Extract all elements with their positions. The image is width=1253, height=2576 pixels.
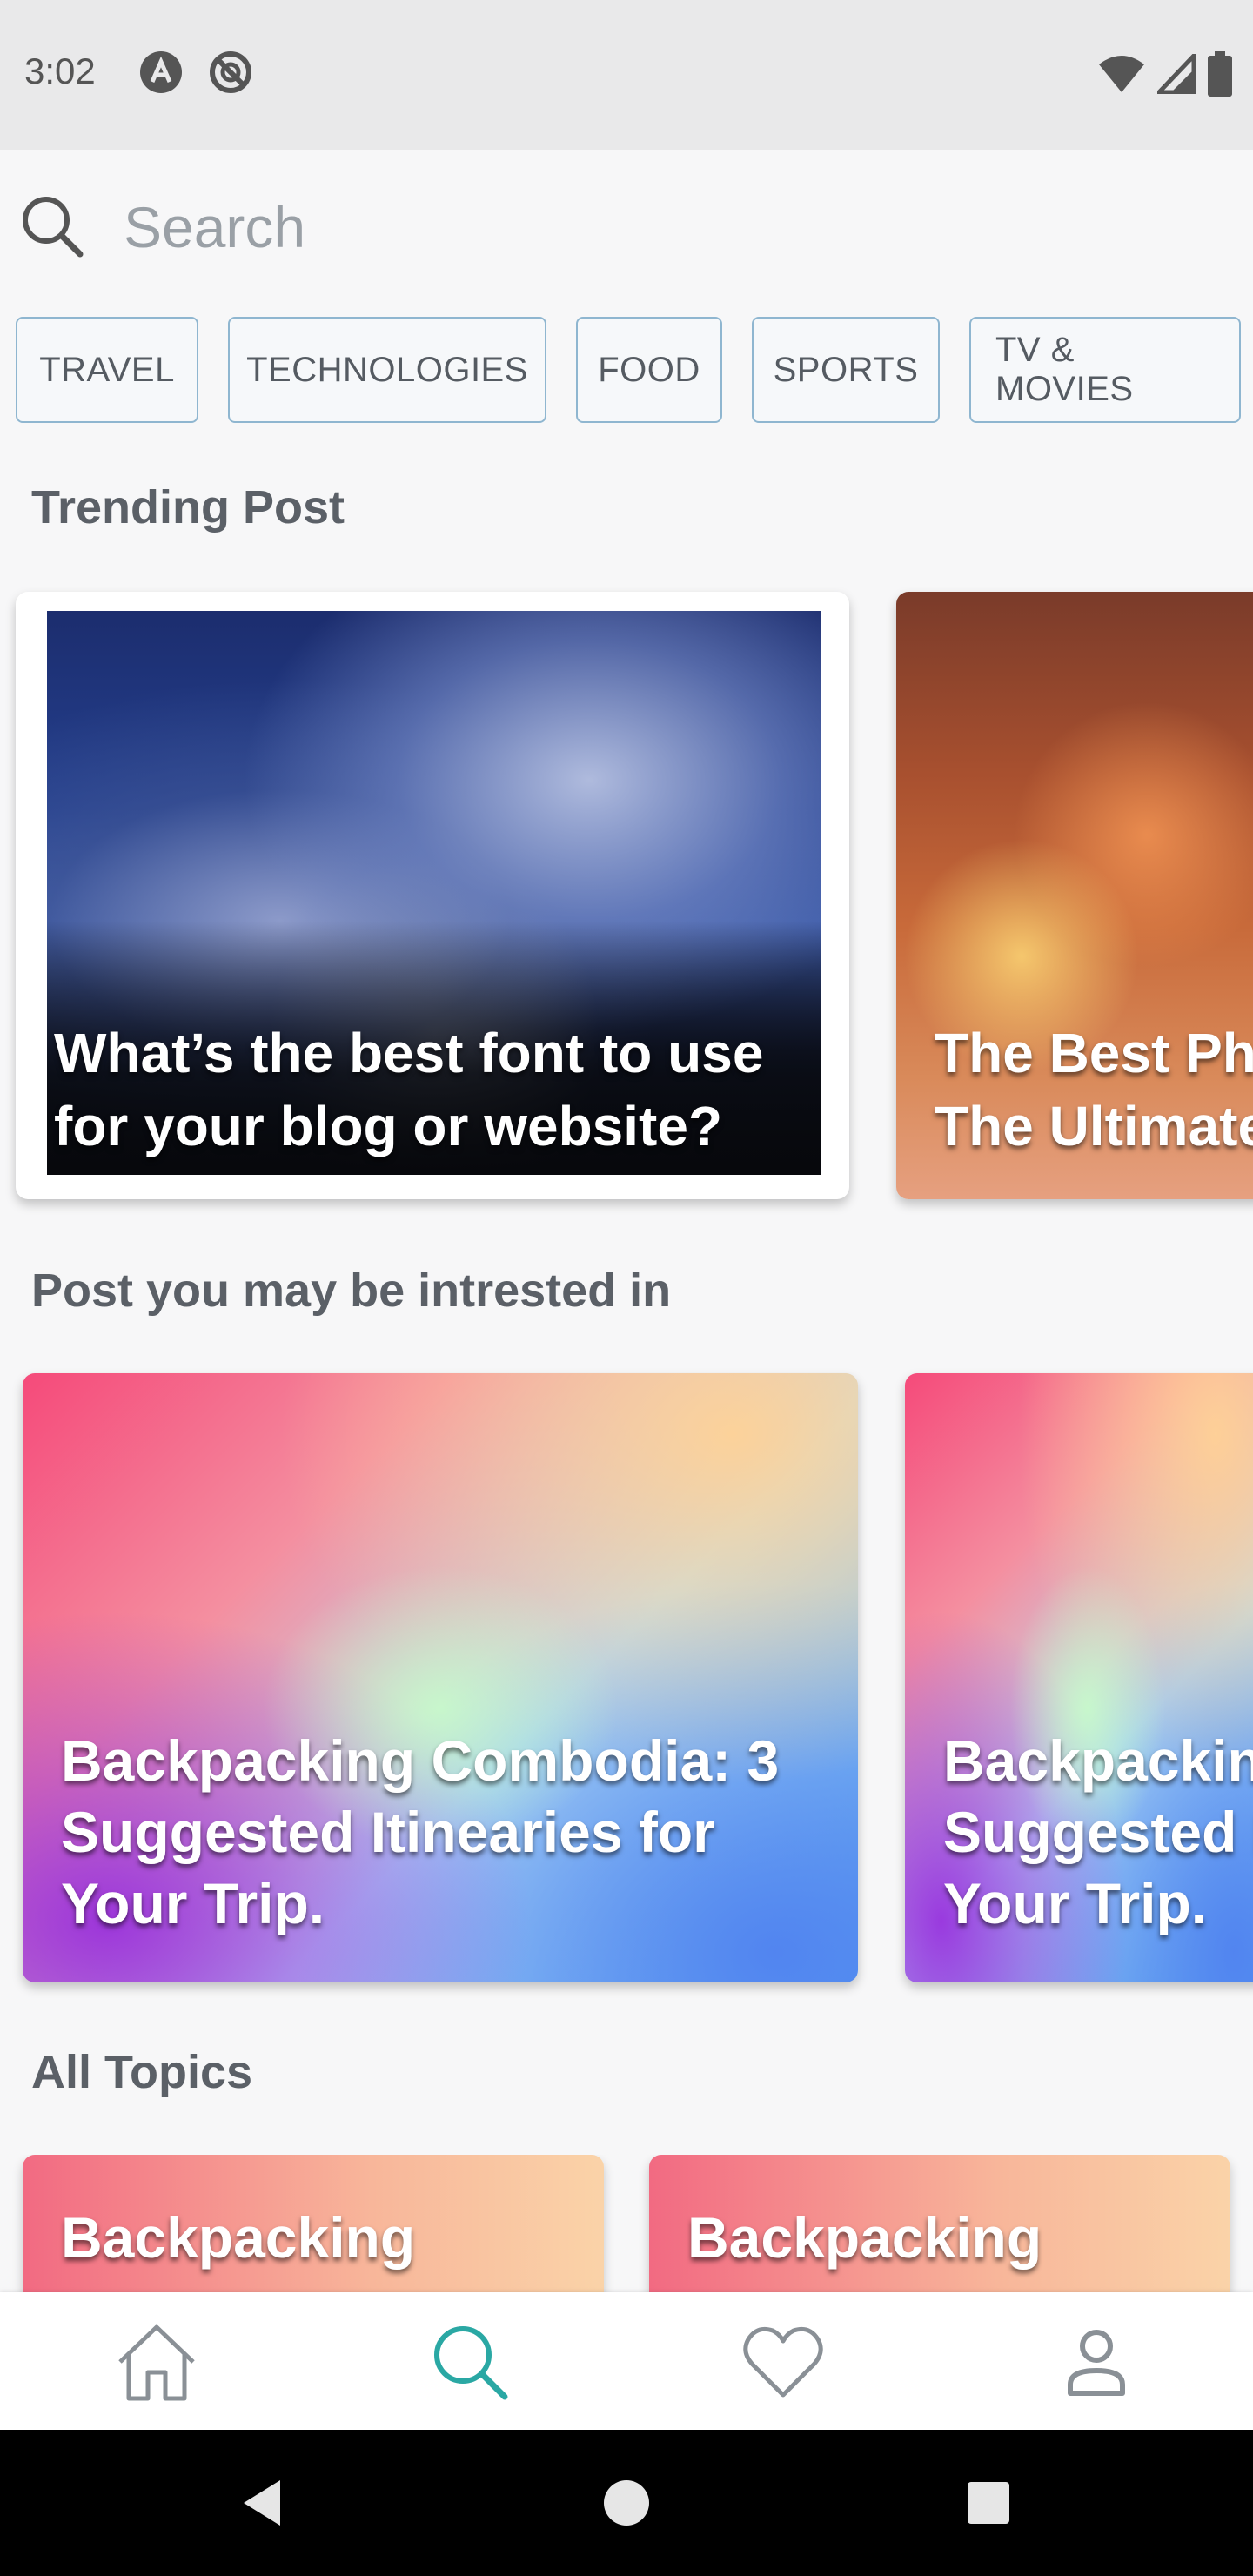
section-title-interested: Post you may be intrested in [31,1265,672,1317]
search-bar [0,150,1253,306]
a-circle-icon [140,51,182,93]
status-bar: 3:02 [0,0,1253,150]
trending-card-title: The Best Photography Blogs: The Ultimate… [935,1022,1253,1157]
search-icon[interactable] [17,191,87,261]
topic-card[interactable]: Backpacking [23,2155,604,2294]
home-circle-icon[interactable] [599,2475,654,2531]
nav-favorites[interactable] [740,2318,827,2405]
search-input[interactable] [122,191,1169,263]
status-time: 3:02 [24,50,96,91]
signal-icon [1157,54,1196,94]
no-sync-icon [210,51,251,93]
battery-icon [1208,51,1232,97]
recents-icon[interactable] [961,2475,1016,2531]
section-title-trending: Trending Post [31,481,345,533]
wifi-icon [1099,56,1144,92]
trending-card-title: What’s the best font to use for your blo… [54,1022,764,1157]
topic-card-title: Backpacking [61,2205,416,2270]
system-nav-bar [0,2430,1253,2576]
topics-grid: Backpacking Backpacking [0,2155,1253,2294]
nav-home[interactable] [113,2318,200,2405]
search-icon [434,2326,508,2400]
section-title-all-topics: All Topics [31,2046,253,2098]
chip-travel[interactable]: TRAVEL [16,317,198,423]
topic-card[interactable]: Backpacking [649,2155,1230,2294]
chip-tv-movies[interactable]: TV & MOVIES [969,317,1241,423]
chip-technologies[interactable]: TECHNOLOGIES [228,317,546,423]
status-right [1098,50,1232,97]
home-icon [118,2324,195,2401]
category-chips: TRAVEL TECHNOLOGIES FOOD SPORTS TV & MOV… [16,317,1241,426]
interested-card[interactable]: Backpacking Combodia: 3 Suggested Itinea… [905,1373,1253,1982]
trending-card[interactable]: The Best Photography Blogs: The Ultimate… [896,592,1253,1199]
nav-search[interactable] [426,2318,513,2405]
interested-card-title: Backpacking Combodia: 3 Suggested Itinea… [61,1728,780,1935]
interested-card[interactable]: Backpacking Combodia: 3 Suggested Itinea… [23,1373,858,1982]
topic-card-title: Backpacking [687,2205,1042,2270]
nav-profile[interactable] [1053,2318,1140,2405]
heart-icon [743,2326,823,2398]
back-icon[interactable] [237,2475,292,2531]
interested-card-title: Backpacking Combodia: 3 Suggested Itinea… [943,1728,1253,1935]
chip-food[interactable]: FOOD [576,317,722,423]
profile-icon [1068,2330,1125,2396]
bottom-nav [0,2292,1253,2430]
trending-card[interactable]: What’s the best font to use for your blo… [16,592,849,1199]
chip-sports[interactable]: SPORTS [752,317,940,423]
